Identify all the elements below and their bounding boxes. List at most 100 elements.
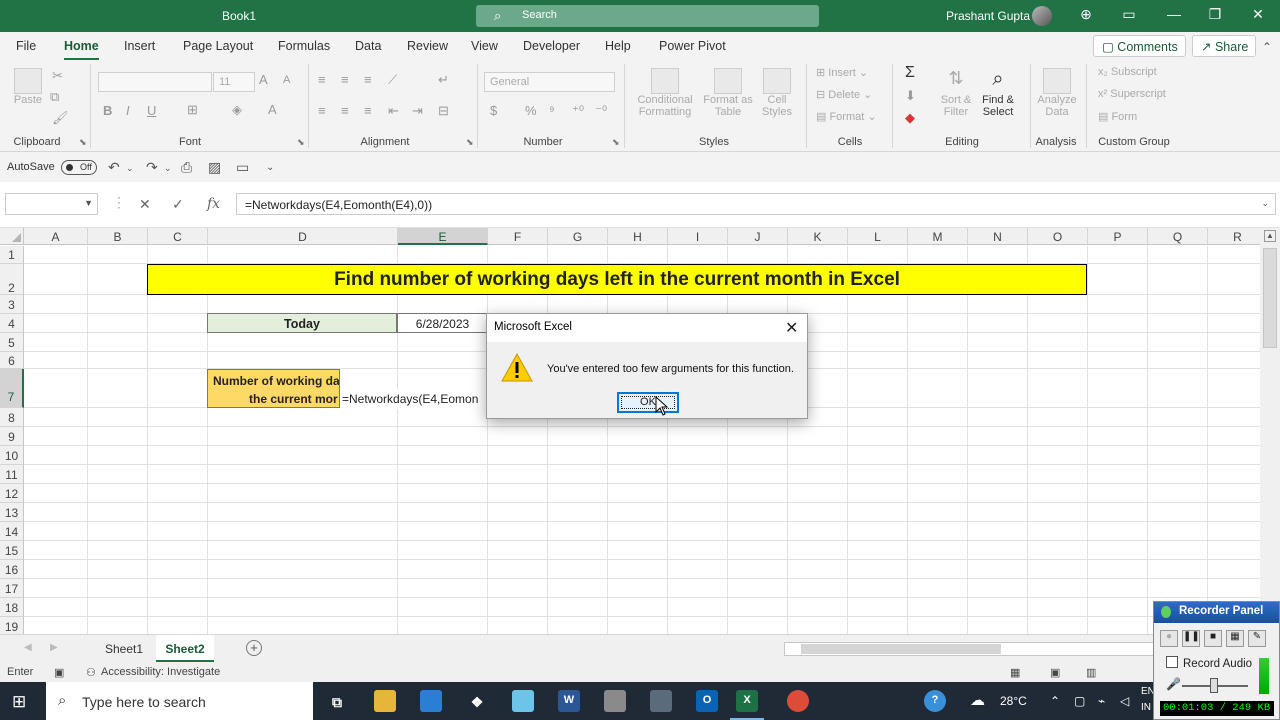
- file-explorer-icon[interactable]: [374, 690, 396, 712]
- clear-icon[interactable]: ◆: [905, 110, 915, 126]
- page-break-view-icon[interactable]: ▥: [1086, 666, 1096, 679]
- chevron-down-icon[interactable]: ▼: [84, 198, 93, 208]
- subscript-button[interactable]: x₂ Subscript: [1098, 66, 1157, 78]
- column-header-j[interactable]: J: [728, 228, 788, 245]
- fill-icon[interactable]: ⬇: [905, 88, 916, 104]
- column-header-f[interactable]: F: [488, 228, 548, 245]
- bold-icon[interactable]: B: [103, 103, 112, 118]
- comments-button[interactable]: ▢ Comments: [1093, 35, 1186, 57]
- select-all-corner[interactable]: [0, 228, 24, 245]
- row-header-17[interactable]: 17: [0, 579, 24, 598]
- today-value-cell[interactable]: 6/28/2023: [397, 313, 488, 333]
- tab-help[interactable]: Help: [605, 39, 631, 53]
- sheet-tab-sheet1[interactable]: Sheet1: [96, 635, 152, 662]
- currency-icon[interactable]: $: [490, 103, 497, 118]
- format-painter-icon[interactable]: 🖌: [52, 110, 69, 126]
- print-preview-icon[interactable]: ⎙: [181, 159, 192, 176]
- network-icon[interactable]: ⌁: [1098, 694, 1105, 708]
- dialog-launcher-icon[interactable]: ⬊: [79, 137, 87, 148]
- column-header-g[interactable]: G: [548, 228, 608, 245]
- tab-data[interactable]: Data: [355, 39, 381, 53]
- scroll-thumb[interactable]: [801, 644, 1001, 654]
- close-icon[interactable]: ✕: [785, 318, 798, 338]
- row-header-2[interactable]: 2: [0, 264, 24, 295]
- conditional-formatting-button[interactable]: Conditional Formatting: [632, 68, 698, 118]
- add-sheet-icon[interactable]: +: [246, 640, 262, 656]
- chevron-down-icon[interactable]: ⌄: [164, 163, 172, 174]
- row-header-15[interactable]: 15: [0, 541, 24, 560]
- insert-cells-button[interactable]: ⊞ Insert ⌄: [816, 66, 868, 79]
- align-left-icon[interactable]: ≡: [318, 103, 326, 118]
- row-header-12[interactable]: 12: [0, 484, 24, 503]
- fill-color-icon[interactable]: ◈: [232, 102, 242, 118]
- borders-icon[interactable]: ⊞: [187, 102, 198, 118]
- chevron-down-icon[interactable]: ⌄: [126, 163, 134, 174]
- undo-icon[interactable]: ↶: [108, 159, 120, 176]
- underline-icon[interactable]: U: [147, 103, 156, 118]
- comma-style-icon[interactable]: ⁹: [549, 103, 555, 118]
- row-header-1[interactable]: 1: [0, 246, 24, 264]
- number-format-field[interactable]: General: [484, 72, 615, 92]
- working-days-label-cell[interactable]: Number of working da the current mor: [207, 369, 340, 408]
- name-box[interactable]: ▼: [5, 193, 98, 215]
- column-header-e[interactable]: E: [398, 228, 488, 245]
- row-header-18[interactable]: 18: [0, 598, 24, 617]
- row-header-8[interactable]: 8: [0, 408, 24, 427]
- scroll-up-icon[interactable]: ▲: [1264, 230, 1276, 242]
- today-label-cell[interactable]: Today: [207, 313, 397, 333]
- help-icon[interactable]: ?: [924, 690, 946, 712]
- active-cell-editor[interactable]: =Networkdays(E4,Eomon: [340, 389, 488, 409]
- tab-file[interactable]: File: [16, 39, 36, 53]
- title-cell[interactable]: Find number of working days left in the …: [147, 264, 1087, 295]
- macro-record-icon[interactable]: ▣: [54, 666, 64, 679]
- align-center-icon[interactable]: ≡: [341, 103, 349, 118]
- ribbon-display-icon[interactable]: ▭: [1117, 6, 1141, 23]
- chrome-icon[interactable]: [787, 690, 809, 712]
- user-name[interactable]: Prashant Gupta: [946, 9, 1030, 23]
- volume-slider-knob[interactable]: [1210, 678, 1218, 693]
- worksheet-grid[interactable]: ABCDEFGHIJKLMNOPQR 1 2 3 4 5 6 7 8 9 10 11 12 13 14 15…: [0, 228, 1260, 634]
- comment-icon[interactable]: ▭: [236, 159, 249, 176]
- globe-icon[interactable]: ⊕: [1074, 6, 1098, 23]
- function-icon[interactable]: fx: [207, 196, 220, 212]
- sheet-tab-sheet2[interactable]: Sheet2: [156, 635, 214, 662]
- app-icon[interactable]: [604, 690, 626, 712]
- dialog-launcher-icon[interactable]: ⬊: [612, 137, 620, 148]
- dialog-launcher-icon[interactable]: ⬊: [466, 137, 474, 148]
- increase-indent-icon[interactable]: ⇥: [412, 103, 423, 119]
- orientation-icon[interactable]: ⟋: [388, 72, 397, 88]
- search-box[interactable]: ⌕ Search: [476, 5, 819, 27]
- tab-review[interactable]: Review: [407, 39, 448, 53]
- format-as-table-button[interactable]: Format as Table: [700, 68, 756, 118]
- windows-start-icon[interactable]: ⊞: [12, 692, 26, 712]
- autosum-icon[interactable]: Σ: [905, 64, 915, 82]
- shrink-font-icon[interactable]: A: [283, 74, 290, 86]
- outlook-icon[interactable]: O: [696, 690, 718, 712]
- autosave-toggle[interactable]: Off: [61, 160, 97, 175]
- pen-icon[interactable]: ✎: [1248, 630, 1266, 647]
- enter-icon[interactable]: ✓: [172, 196, 184, 213]
- page-layout-view-icon[interactable]: ▣: [1050, 666, 1060, 679]
- increase-decimal-icon[interactable]: ⁺⁰: [572, 103, 584, 119]
- find-select-button[interactable]: ⌕ Find & Select: [976, 68, 1020, 118]
- record-audio-checkbox[interactable]: Record Audio: [1166, 656, 1252, 670]
- word-icon[interactable]: W: [558, 690, 580, 712]
- analyze-data-button[interactable]: Analyze Data: [1036, 68, 1078, 118]
- redo-icon[interactable]: ↷: [146, 159, 158, 176]
- row-header-16[interactable]: 16: [0, 560, 24, 579]
- wrap-text-icon[interactable]: ↵: [438, 72, 449, 88]
- scroll-thumb[interactable]: [1263, 248, 1277, 348]
- column-header-d[interactable]: D: [208, 228, 398, 245]
- format-cells-button[interactable]: ▤ Format ⌄: [816, 110, 877, 123]
- column-header-p[interactable]: P: [1088, 228, 1148, 245]
- store-icon[interactable]: [420, 690, 442, 712]
- column-header-i[interactable]: I: [668, 228, 728, 245]
- picture-icon[interactable]: ▨: [208, 159, 221, 176]
- font-size-field[interactable]: 11: [213, 72, 255, 92]
- column-header-r[interactable]: R: [1208, 228, 1260, 245]
- chevron-up-icon[interactable]: ⌃: [1262, 40, 1272, 54]
- column-header-n[interactable]: N: [968, 228, 1028, 245]
- cut-icon[interactable]: ✂: [52, 68, 63, 84]
- column-header-q[interactable]: Q: [1148, 228, 1208, 245]
- font-color-icon[interactable]: A: [268, 102, 277, 117]
